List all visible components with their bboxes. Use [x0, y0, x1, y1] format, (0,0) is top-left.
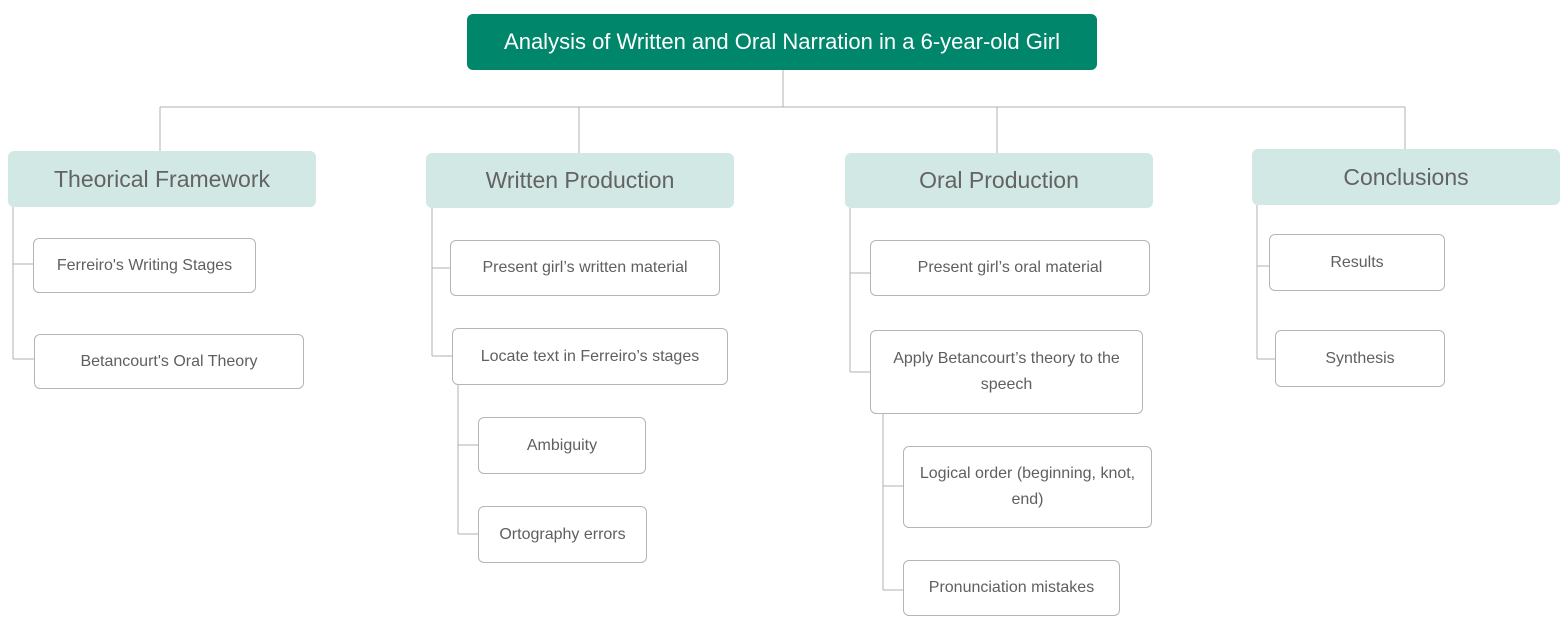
- branch-conclusions: Conclusions: [1252, 149, 1560, 205]
- branch-oral-production: Oral Production: [845, 153, 1153, 208]
- node-ortography-errors: Ortography errors: [478, 506, 647, 563]
- node-apply-betancourt-theory: Apply Betancourt’s theory to the speech: [870, 330, 1143, 414]
- root-title: Analysis of Written and Oral Narration i…: [467, 14, 1097, 70]
- node-locate-text-ferreiro: Locate text in Ferreiro’s stages: [452, 328, 728, 385]
- branch-written-production: Written Production: [426, 153, 734, 208]
- node-present-written-material: Present girl’s written material: [450, 240, 720, 296]
- node-present-oral-material: Present girl’s oral material: [870, 240, 1150, 296]
- branch-theorical-framework: Theorical Framework: [8, 151, 316, 207]
- node-logical-order: Logical order (beginning, knot, end): [903, 446, 1152, 528]
- node-betancourt-oral-theory: Betancourt's Oral Theory: [34, 334, 304, 389]
- node-synthesis: Synthesis: [1275, 330, 1445, 387]
- node-pronunciation-mistakes: Pronunciation mistakes: [903, 560, 1120, 616]
- connector-lines: [12, 70, 1406, 591]
- node-ambiguity: Ambiguity: [478, 417, 646, 474]
- node-ferreiro-writing-stages: Ferreiro's Writing Stages: [33, 238, 256, 293]
- node-results: Results: [1269, 234, 1445, 291]
